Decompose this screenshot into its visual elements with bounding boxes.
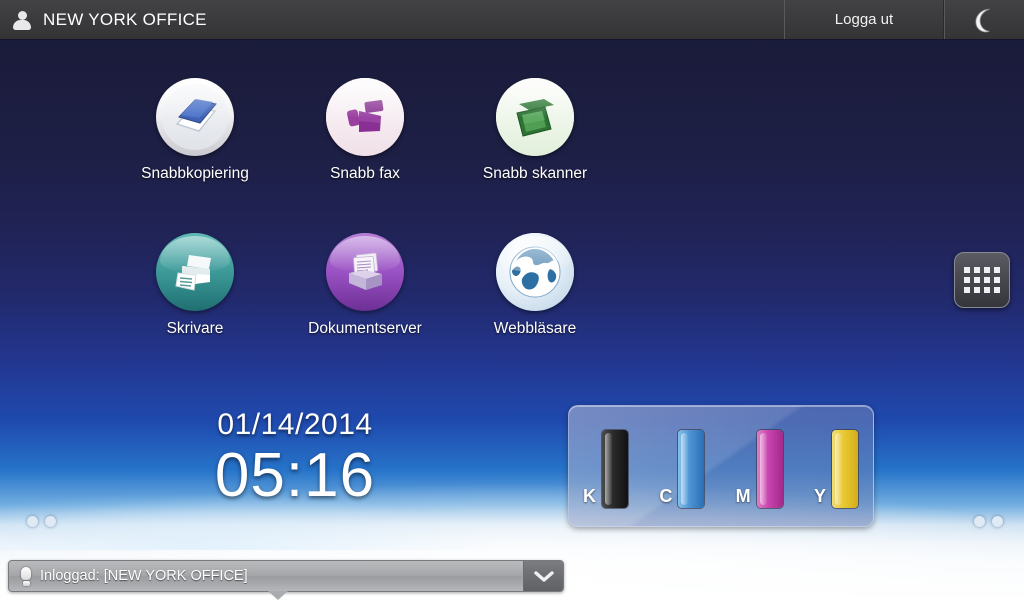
header-user-area: NEW YORK OFFICE [0,0,784,39]
app-quick-fax[interactable]: Snabb fax [280,78,450,183]
grid-apps-icon [964,267,1000,293]
logout-button-label: Logga ut [834,11,894,28]
printer-home-screen: NEW YORK OFFICE Logga ut Snabbkopiering … [0,0,1024,600]
chevron-down-icon [533,571,554,582]
toner-level-widget[interactable]: K C M Y [568,405,874,527]
status-message: Inloggad: [NEW YORK OFFICE] [40,568,248,584]
app-quick-copy[interactable]: Snabbkopiering [110,78,280,183]
logged-in-user-name: NEW YORK OFFICE [43,9,207,29]
document-server-icon [326,233,404,311]
page-indicator-right[interactable] [974,516,1003,527]
toner-tube [755,429,784,509]
user-icon [12,9,32,31]
app-label: Webbläsare [493,320,577,337]
app-drawer-button[interactable] [954,252,1010,308]
toner-letter: C [659,486,673,506]
app-label: Snabb fax [330,165,400,182]
app-row-2: Skrivare Dokumentserver Webbläsare [110,233,620,338]
status-bar[interactable]: Inloggad: [NEW YORK OFFICE] [8,560,564,592]
printer-icon [156,233,234,311]
sleep-mode-button[interactable] [944,0,1024,39]
toner-letter: Y [813,486,826,506]
toner-letter: M [735,486,751,506]
alert-bulb-icon [18,566,34,586]
toner-level-yellow: Y [814,429,859,509]
quick-fax-icon [326,78,404,156]
app-web-browser[interactable]: Webbläsare [450,233,620,338]
app-label: Snabbkopiering [141,165,249,182]
crescent-moon-icon [974,8,990,32]
top-header-bar: NEW YORK OFFICE Logga ut [0,0,1024,40]
toner-level-cyan: C [659,429,706,509]
page-dot[interactable] [974,516,985,527]
status-bar-drag-tab[interactable] [268,591,288,600]
app-printer[interactable]: Skrivare [110,233,280,338]
toner-tube [831,429,859,509]
page-dot[interactable] [27,516,38,527]
clock-time: 05:16 [214,441,376,510]
clock-date: 01/14/2014 [217,408,373,441]
page-indicator-left[interactable] [27,516,56,527]
logout-button[interactable]: Logga ut [784,0,944,39]
status-expand-button[interactable] [523,561,563,591]
app-label: Snabb skanner [482,165,588,182]
clock-widget: 01/14/2014 05:16 [150,408,440,510]
quick-copy-icon [156,78,234,156]
quick-scanner-icon [496,78,574,156]
page-dot[interactable] [992,516,1003,527]
app-document-server[interactable]: Dokumentserver [280,233,450,338]
app-quick-scanner[interactable]: Snabb skanner [450,78,620,183]
toner-letter: K [583,486,596,506]
toner-level-magenta: M [736,429,784,509]
page-dot[interactable] [45,516,56,527]
toner-tube [601,429,629,509]
app-label: Skrivare [166,320,224,337]
app-label: Dokumentserver [308,320,422,337]
web-browser-icon [496,233,574,311]
toner-tube [677,429,706,509]
toner-level-black: K [583,429,629,509]
app-row-1: Snabbkopiering Snabb fax Snabb skanner [110,78,620,183]
